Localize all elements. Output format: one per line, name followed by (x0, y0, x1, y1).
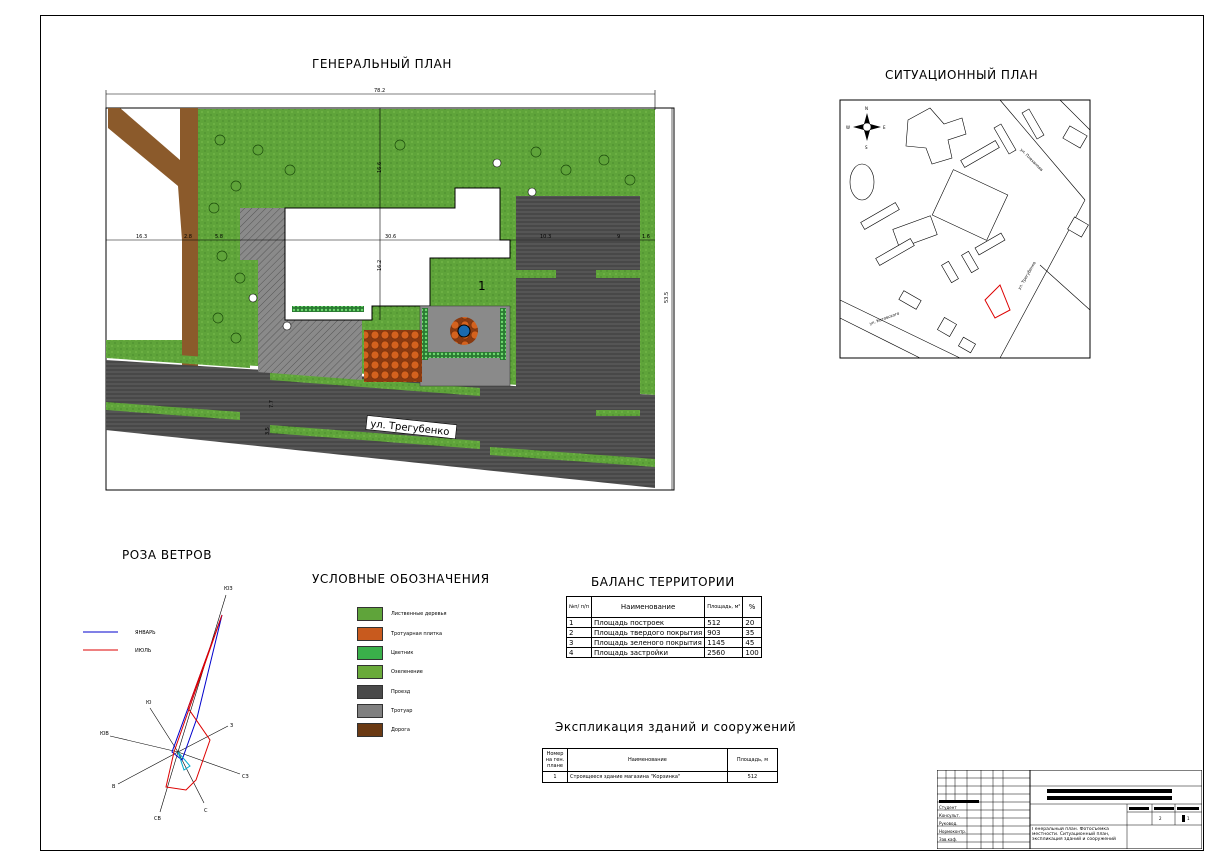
stamp-description: Генеральный план. Фотосъемка местности. … (1032, 827, 1116, 842)
dir-label-w: З (230, 723, 233, 729)
legend-item: Дорога (357, 722, 410, 738)
legend-swatch-trees (357, 607, 383, 621)
stamp-role: Консульт. (939, 813, 960, 818)
explication-header-row: Номер на ген. плане Наименование Площадь… (542, 748, 779, 772)
stamp-role: Руковод. (939, 821, 957, 826)
legend-item: Озеленение (357, 664, 423, 680)
wind-legend-jan: ЯНВАРЬ (135, 630, 156, 636)
drawing-sheet: ГЕНЕРАЛЬНЫЙ ПЛАН СИТУАЦИОННЫЙ ПЛАН РОЗА … (0, 0, 1216, 864)
dir-label-top: ЮЗ (224, 586, 233, 592)
legend-swatch-flowerbed (357, 646, 383, 660)
legend-item: Лиственные деревья (357, 606, 447, 622)
dir-label-n: Ю (146, 700, 152, 706)
table-row: 1 Строящееся здание магазина "Корзинка" … (542, 771, 779, 783)
stamp-role: Зав.каф. (939, 837, 957, 842)
stamp-role: Нормоконтр. (939, 829, 966, 834)
legend-swatch-greenery (357, 665, 383, 679)
legend-item: Тротуарная плитка (357, 626, 442, 642)
table-row: 1 Площадь построек 512 20 (566, 617, 762, 628)
dir-label-se: СВ (154, 816, 161, 822)
legend-item: Тротуар (357, 703, 412, 719)
table-row: 3 Площадь зеленого покрытия 1145 45 (566, 637, 762, 648)
dir-label-sw: В (112, 784, 116, 790)
table-row: 2 Площадь твердого покрытия 903 35 (566, 627, 762, 638)
dir-label-s: С (204, 808, 208, 814)
legend-swatch-driveway (357, 685, 383, 699)
table-row: 4 Площадь застройки 2560 100 (566, 647, 762, 658)
legend-swatch-road (357, 723, 383, 737)
wind-legend-jul: ИЮЛЬ (135, 648, 152, 654)
wind-rose-diagram: ЯНВАРЬ ИЮЛЬ ЮЗ Ю З ЮВ СЗ В С СВ (83, 586, 249, 822)
dir-label-e: СЗ (242, 774, 249, 780)
dir-label-nw: ЮВ (100, 731, 109, 737)
balance-table: №п/ п/п Наименование Площадь, м² % 1 Площ… (566, 596, 762, 658)
legend-item: Проезд (357, 684, 410, 700)
legend-swatch-sidewalk (357, 704, 383, 718)
stamp-role: Студент (939, 805, 957, 810)
balance-header-row: №п/ п/п Наименование Площадь, м² % (566, 596, 762, 618)
title-block: Студент Консульт. Руковод. Нормоконтр. З… (937, 770, 1202, 849)
legend-swatch-tile (357, 627, 383, 641)
legend-item: Цветник (357, 645, 413, 661)
explication-table: Номер на ген. плане Наименование Площадь… (542, 748, 779, 783)
